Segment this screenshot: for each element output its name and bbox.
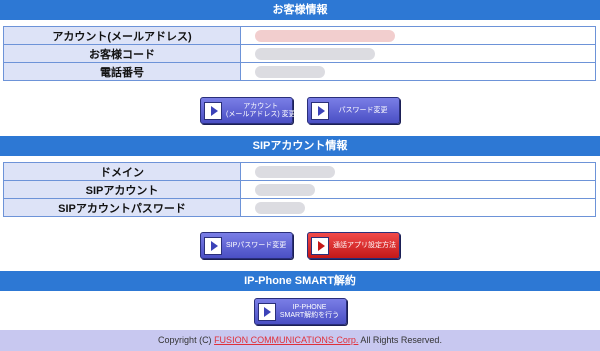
account-email-label: アカウント(メールアドレス) xyxy=(3,26,241,45)
sip-account-label: SIPアカウント xyxy=(3,180,241,199)
redacted-value xyxy=(255,184,315,196)
smart-cancel-buttons: IP-PHONE SMART解約を行う xyxy=(0,298,600,325)
play-icon xyxy=(204,236,222,255)
sip-info-header: SIPアカウント情報 xyxy=(0,136,600,156)
button-label-line1: アカウント xyxy=(243,102,279,110)
play-icon xyxy=(311,236,329,255)
smart-cancel-header: IP-Phone SMART解約 xyxy=(0,271,600,291)
redacted-value xyxy=(255,166,335,178)
customer-info-table: アカウント(メールアドレス) お客様コード 電話番号 xyxy=(3,26,596,81)
play-icon xyxy=(257,302,276,321)
change-sip-password-button[interactable]: SIPパスワード変更 xyxy=(200,232,293,259)
table-row: SIPアカウント xyxy=(3,180,596,199)
customer-code-value xyxy=(240,44,596,63)
redacted-value xyxy=(255,48,375,60)
play-icon xyxy=(311,101,329,120)
customer-info-buttons: アカウント (メールアドレス) 変更 パスワード変更 xyxy=(0,97,600,124)
sip-info-table: ドメイン SIPアカウント SIPアカウントパスワード xyxy=(3,162,596,217)
button-label: 通話アプリ設定方法 xyxy=(333,241,396,249)
table-row: アカウント(メールアドレス) xyxy=(3,26,596,45)
table-row: SIPアカウントパスワード xyxy=(3,198,596,217)
sip-account-value xyxy=(240,180,596,199)
redacted-value xyxy=(255,66,325,78)
redacted-value xyxy=(255,30,395,42)
table-row: お客様コード xyxy=(3,44,596,63)
company-link[interactable]: FUSION COMMUNICATIONS Corp. xyxy=(214,335,358,345)
button-label: SIPパスワード変更 xyxy=(226,241,287,249)
copyright-suffix: All Rights Reserved. xyxy=(358,335,442,345)
cancel-ip-phone-smart-button[interactable]: IP-PHONE SMART解約を行う xyxy=(253,298,347,325)
copyright-prefix: Copyright (C) xyxy=(158,335,215,345)
redacted-value xyxy=(255,202,305,214)
sip-password-label: SIPアカウントパスワード xyxy=(3,198,241,217)
sip-info-buttons: SIPパスワード変更 通話アプリ設定方法 xyxy=(0,232,600,259)
domain-value xyxy=(240,162,596,181)
account-email-value xyxy=(240,26,596,45)
phone-number-label: 電話番号 xyxy=(3,62,241,81)
sip-password-value xyxy=(240,198,596,217)
button-label-line1: IP-PHONE xyxy=(292,303,327,311)
table-row: ドメイン xyxy=(3,162,596,181)
button-label-line2: SMART解約を行う xyxy=(279,311,340,319)
button-label: パスワード変更 xyxy=(338,106,388,114)
domain-label: ドメイン xyxy=(3,162,241,181)
phone-number-value xyxy=(240,62,596,81)
customer-code-label: お客様コード xyxy=(3,44,241,63)
change-password-button[interactable]: パスワード変更 xyxy=(307,97,400,124)
change-account-email-button[interactable]: アカウント (メールアドレス) 変更 xyxy=(200,97,296,124)
play-icon xyxy=(204,101,222,120)
footer: Copyright (C) FUSION COMMUNICATIONS Corp… xyxy=(0,330,600,351)
call-app-settings-button[interactable]: 通話アプリ設定方法 xyxy=(307,232,400,259)
table-row: 電話番号 xyxy=(3,62,596,81)
button-label-line2: (メールアドレス) 変更 xyxy=(226,110,296,118)
customer-info-header: お客様情報 xyxy=(0,0,600,20)
